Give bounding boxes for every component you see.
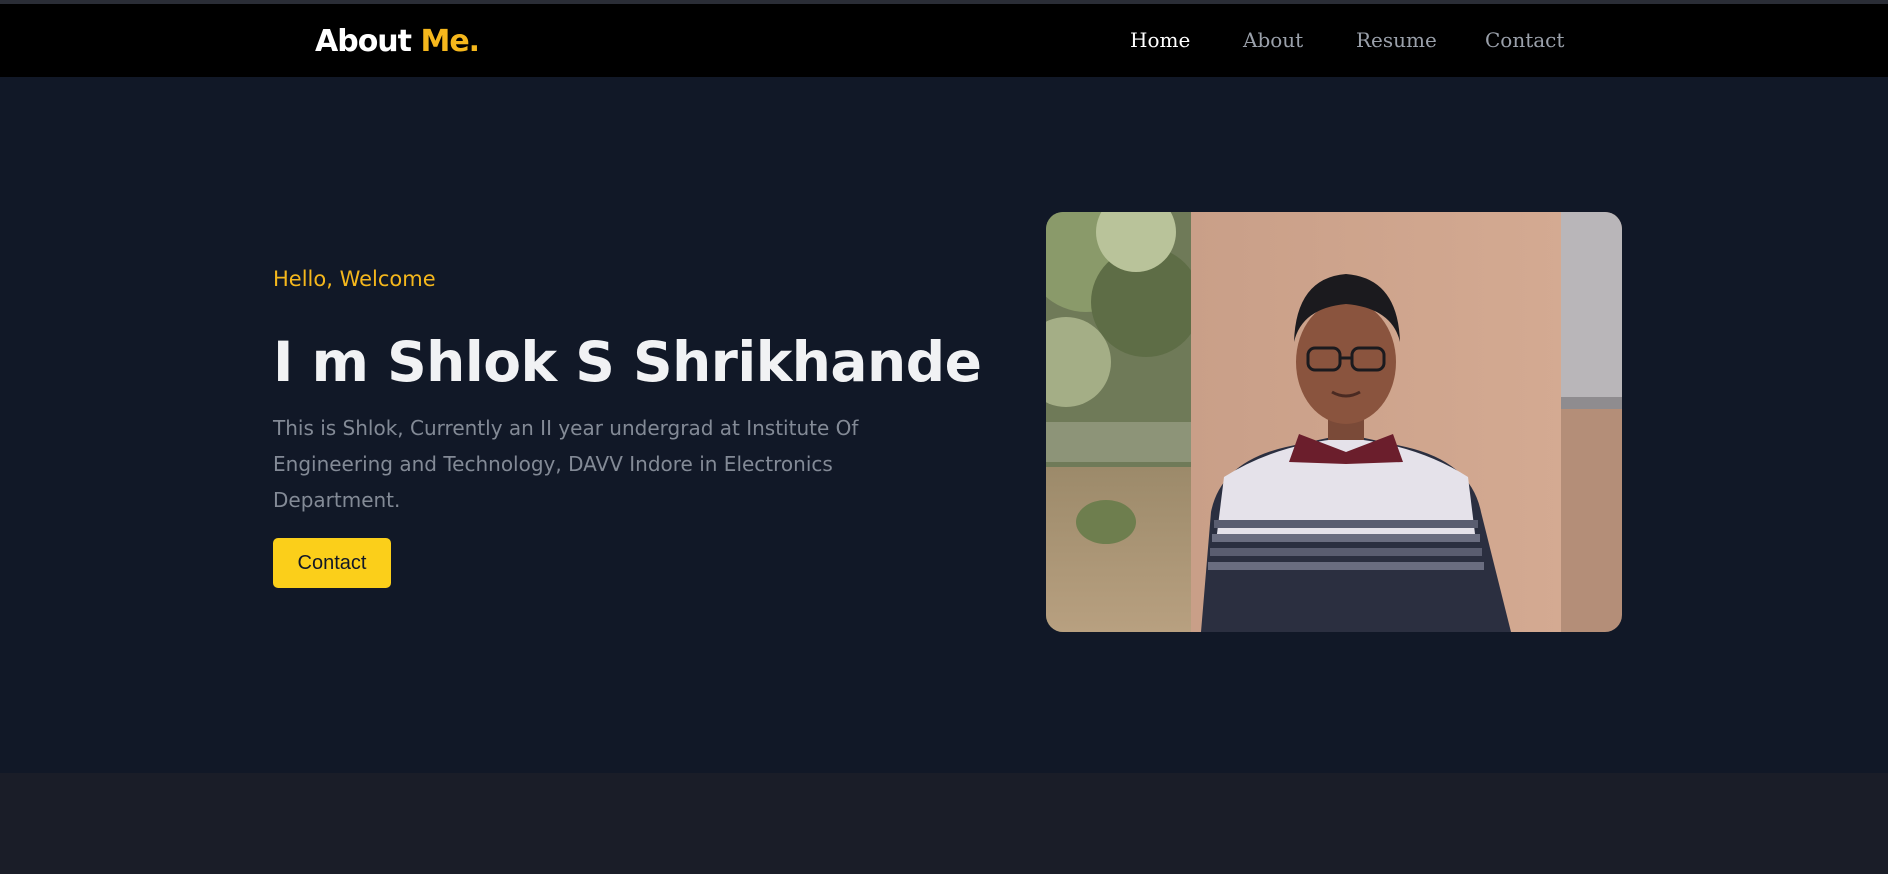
nav-contact-link[interactable]: Contact bbox=[1485, 28, 1564, 52]
logo-main-text: About bbox=[315, 24, 412, 59]
hero-description: This is Shlok, Currently an II year unde… bbox=[273, 416, 859, 512]
hero-greeting: Hello, Welcome bbox=[273, 267, 436, 291]
logo-accent-text: Me. bbox=[420, 24, 480, 59]
navbar: About Me. Home About Resume Contact bbox=[0, 4, 1888, 77]
nav-home-link[interactable]: Home bbox=[1130, 28, 1190, 52]
contact-button[interactable]: Contact bbox=[273, 538, 391, 588]
hero-section: Hello, Welcome I m Shlok S Shrikhande Th… bbox=[0, 77, 1888, 773]
next-section bbox=[0, 773, 1888, 874]
hero-title: I m Shlok S Shrikhande bbox=[273, 330, 982, 394]
nav-about-link[interactable]: About bbox=[1243, 28, 1303, 52]
nav-resume-link[interactable]: Resume bbox=[1356, 28, 1437, 52]
site-logo[interactable]: About Me. bbox=[315, 24, 480, 59]
profile-photo bbox=[1046, 212, 1622, 632]
